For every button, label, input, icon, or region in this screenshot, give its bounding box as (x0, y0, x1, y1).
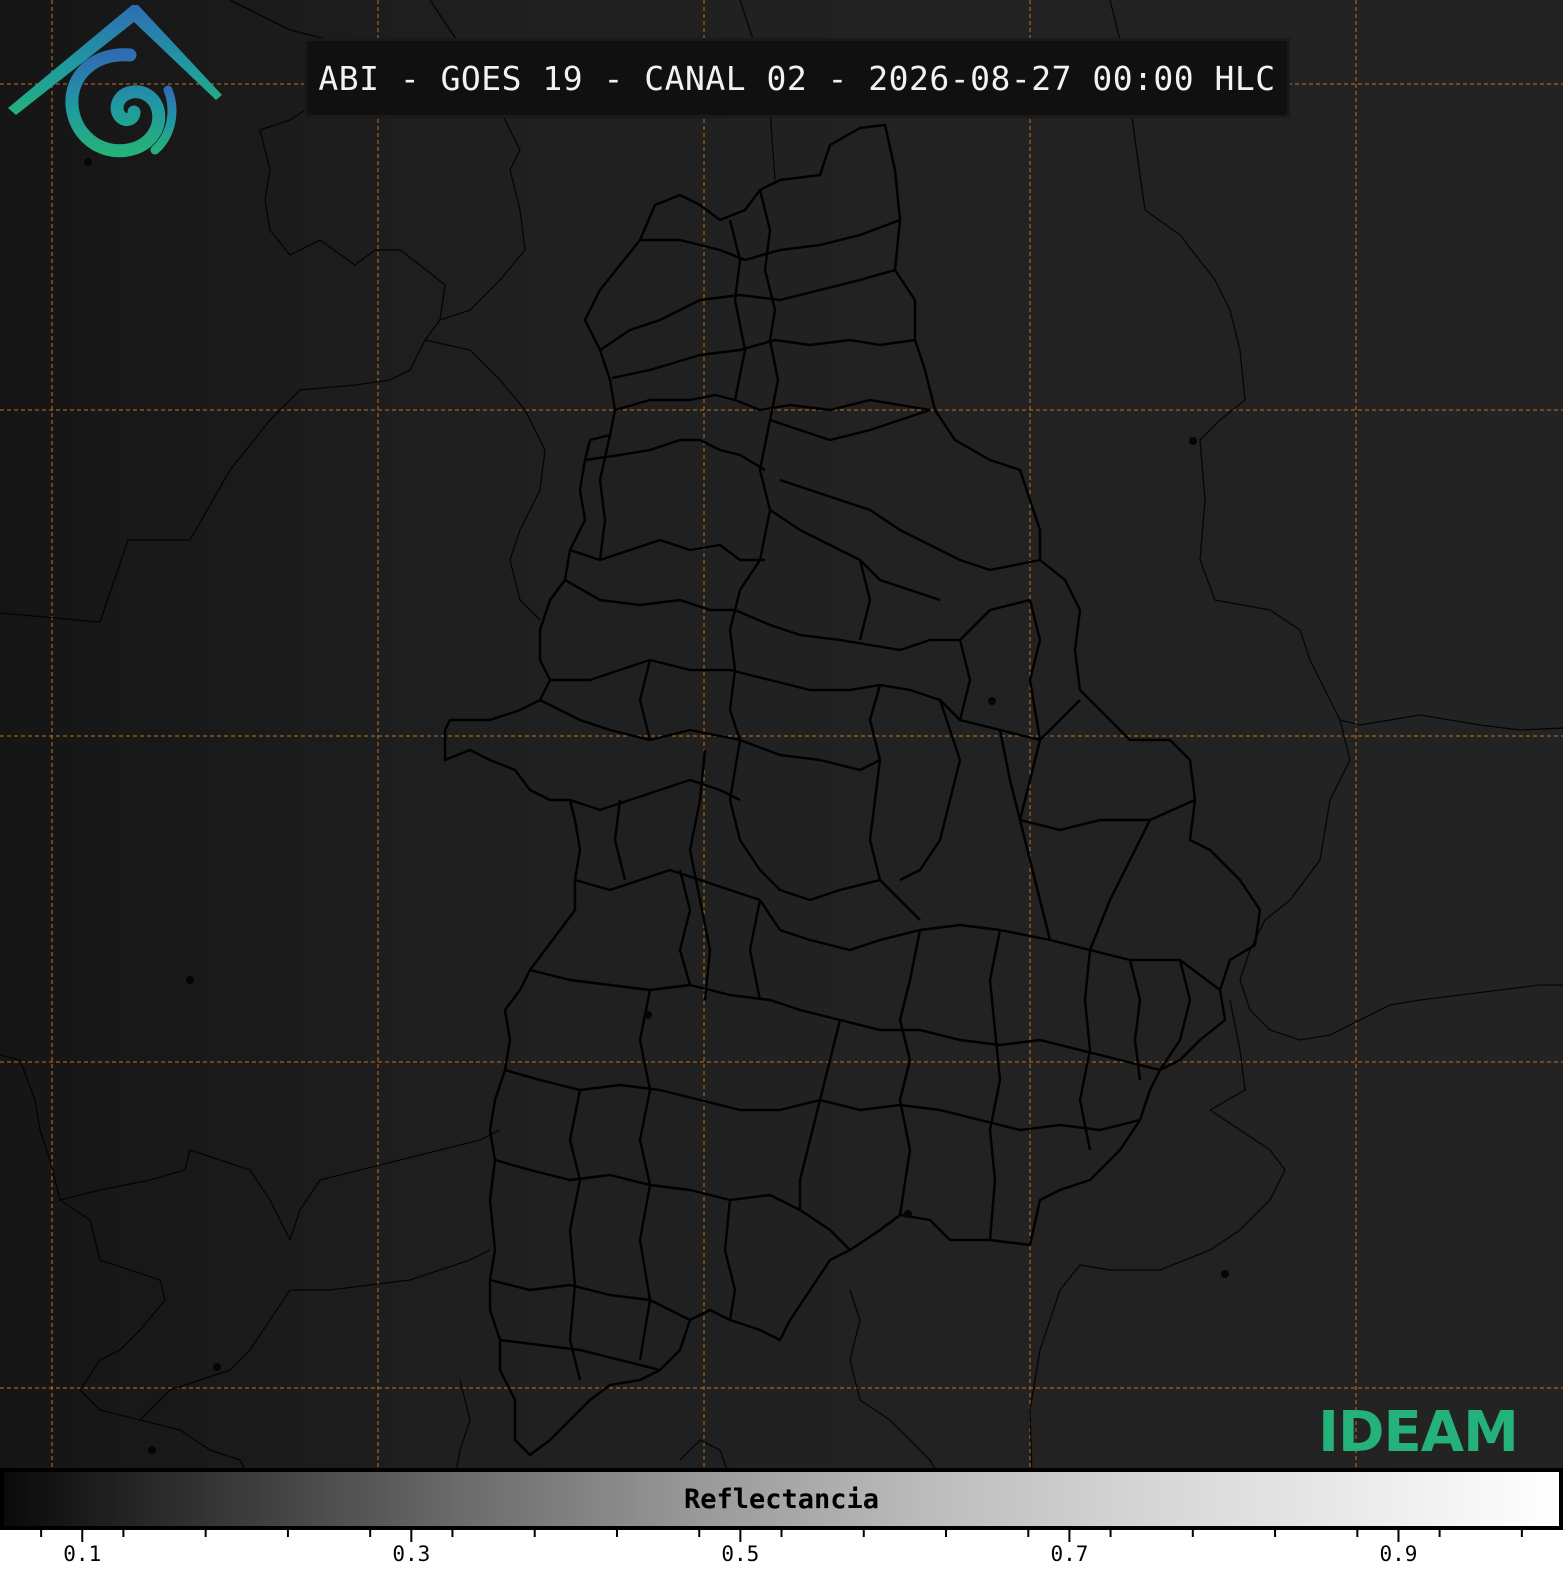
map-title: ABI - GOES 19 - CANAL 02 - 2026-08-27 00… (318, 58, 1276, 98)
ideam-logo-icon (8, 5, 222, 158)
colorbar-ticks (40, 1530, 1523, 1542)
city-marker (186, 976, 194, 984)
city-marker (904, 1210, 912, 1218)
city-markers (84, 158, 1229, 1454)
city-marker (1221, 1270, 1229, 1278)
municipal-boundaries (443, 123, 1262, 1457)
city-marker (148, 1446, 156, 1454)
ideam-logo-text: IDEAM (1318, 1400, 1519, 1465)
colorbar-label: Reflectancia (683, 1484, 880, 1515)
city-marker (1189, 437, 1197, 445)
city-marker (213, 1363, 221, 1371)
city-marker (988, 697, 996, 705)
title-banner: ABI - GOES 19 - CANAL 02 - 2026-08-27 00… (304, 38, 1290, 118)
colorbar-tick-label: 0.5 (721, 1542, 760, 1566)
colorbar-tick-label: 0.7 (1050, 1542, 1089, 1566)
graticule (0, 0, 1563, 1478)
colorbar-axis: 0.1 0.3 0.5 0.7 0.9 (0, 1530, 1563, 1577)
colorbar-tick-label: 0.3 (392, 1542, 431, 1566)
colorbar-tick-label: 0.1 (63, 1542, 102, 1566)
satellite-map[interactable]: ABI - GOES 19 - CANAL 02 - 2026-08-27 00… (0, 0, 1563, 1478)
map-layers (0, 0, 1563, 1478)
colorbar: Reflectancia (0, 1468, 1563, 1530)
city-marker (644, 1011, 652, 1019)
regional-boundaries (0, 0, 1563, 1478)
colorbar-tick-label: 0.9 (1379, 1542, 1418, 1566)
